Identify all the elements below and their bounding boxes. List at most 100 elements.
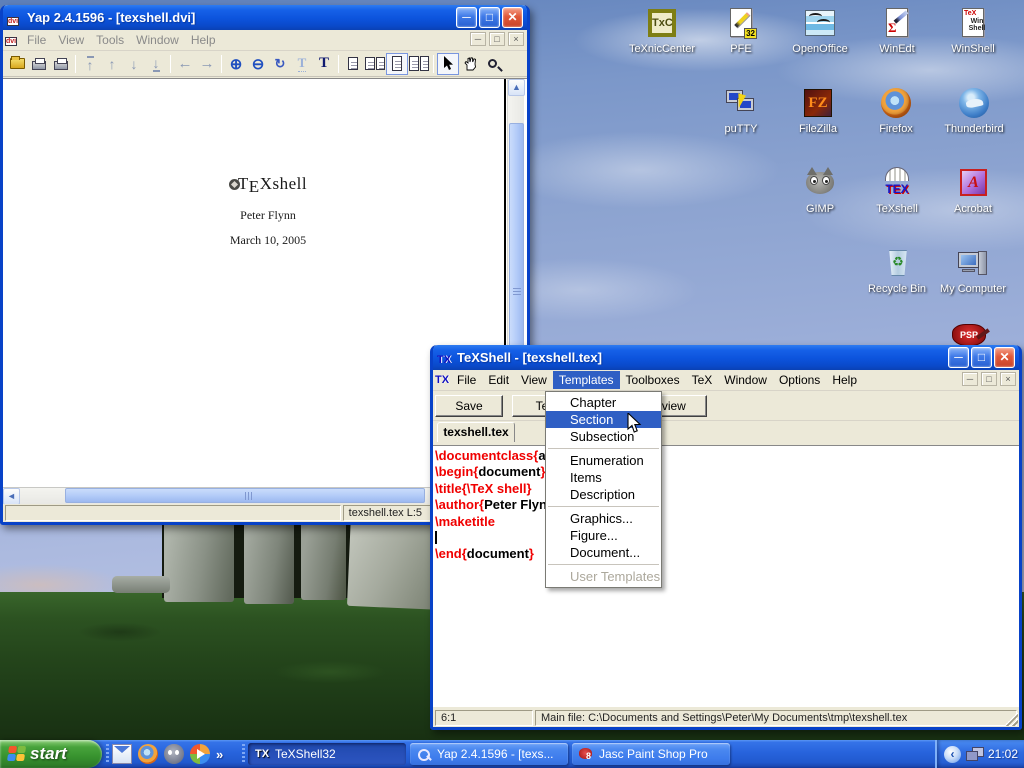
last-page-icon[interactable]: ↓ [145, 53, 167, 75]
winedt-icon: Σ [880, 6, 914, 40]
desktop-icon-texniccenter[interactable]: TxC TeXnicCenter [622, 6, 702, 55]
mdi-minimize-icon[interactable]: ─ [962, 372, 978, 386]
menu-separator [548, 506, 659, 507]
yap-titlebar[interactable]: dvi Yap 2.4.1596 - [texshell.dvi] ─ □ ✕ [3, 5, 527, 30]
gimp-icon[interactable] [164, 744, 184, 764]
firefox-icon[interactable] [138, 744, 158, 764]
forward-icon[interactable]: → [196, 53, 218, 75]
single-page-icon[interactable] [342, 53, 364, 75]
double-page-icon[interactable] [364, 53, 386, 75]
desktop-icon-firefox[interactable]: Firefox [856, 86, 936, 135]
scroll-left-icon[interactable]: ◄ [3, 488, 20, 505]
text-mode-icon[interactable]: T [313, 53, 335, 75]
yap-minimize-button[interactable]: ─ [456, 7, 477, 28]
yap-maximize-button[interactable]: □ [479, 7, 500, 28]
resize-grip[interactable] [1004, 712, 1018, 726]
zoom-in-icon[interactable]: ⊕ [225, 53, 247, 75]
select-tool-icon[interactable] [437, 53, 459, 75]
yap-menu-file[interactable]: File [21, 31, 52, 49]
mdi-minimize-icon[interactable]: ─ [470, 32, 486, 46]
tray-collapse-chevron-icon[interactable]: ‹ [944, 746, 961, 763]
code-line [435, 530, 1019, 546]
taskbar-handle[interactable] [242, 744, 245, 764]
desktop-icon-thunderbird[interactable]: Thunderbird [934, 86, 1014, 135]
continuous-page-icon[interactable] [386, 53, 408, 75]
texshell-menu-help[interactable]: Help [826, 371, 863, 389]
gimp-icon [803, 166, 837, 200]
desktop-icon-recycle-bin[interactable]: ♻ Recycle Bin [857, 246, 937, 295]
texshell-maximize-button[interactable]: □ [971, 347, 992, 368]
texshell-titlebar[interactable]: TX TeXShell - [texshell.tex] ─ □ ✕ [433, 345, 1019, 370]
templates-item-figure[interactable]: Figure... [546, 527, 661, 544]
desktop-icon-texshell[interactable]: TEX TeXshell [857, 166, 937, 215]
next-page-icon[interactable]: ↓ [123, 53, 145, 75]
taskbar-button-yap-2-4-1596-texs[interactable]: Yap 2.4.1596 - [texs... [410, 743, 568, 765]
yap-menu-help[interactable]: Help [185, 31, 222, 49]
desktop-icon-my-computer[interactable]: My Computer [933, 246, 1013, 295]
toolbar-separator [433, 55, 434, 73]
scroll-up-icon[interactable]: ▲ [508, 79, 525, 96]
texshell-menu-file[interactable]: File [451, 371, 482, 389]
texshell-minimize-button[interactable]: ─ [948, 347, 969, 368]
yap-menu-window[interactable]: Window [130, 31, 185, 49]
network-status-icon[interactable] [966, 747, 983, 761]
open-folder-icon[interactable] [6, 53, 28, 75]
quick-launch-handle[interactable] [106, 744, 109, 764]
refresh-icon[interactable]: ↻ [269, 53, 291, 75]
print-icon[interactable] [28, 53, 50, 75]
templates-item-description[interactable]: Description [546, 486, 661, 503]
mdi-close-icon[interactable]: × [508, 32, 524, 46]
text-ruler-icon[interactable]: T [291, 53, 313, 75]
hand-tool-icon[interactable] [459, 53, 481, 75]
texshell-close-button[interactable]: ✕ [994, 347, 1015, 368]
magnifier-tool-icon[interactable] [481, 53, 503, 75]
texshell-menu-options[interactable]: Options [773, 371, 826, 389]
mail-icon[interactable] [112, 744, 132, 764]
yap-hscroll-thumb[interactable] [65, 488, 425, 503]
desktop-icon-gimp[interactable]: GIMP [780, 166, 860, 215]
templates-item-section[interactable]: Section [546, 411, 661, 428]
save-button[interactable]: Save [435, 395, 503, 417]
yap-menu-tools[interactable]: Tools [90, 31, 130, 49]
templates-item-document[interactable]: Document... [546, 544, 661, 561]
texshell-menu-view[interactable]: View [515, 371, 553, 389]
first-page-icon[interactable]: ↑ [79, 53, 101, 75]
desktop-icon-winedt[interactable]: Σ WinEdt [857, 6, 937, 55]
mdi-restore-icon[interactable]: □ [489, 32, 505, 46]
pfe-icon: 32 [724, 6, 758, 40]
previous-page-icon[interactable]: ↑ [101, 53, 123, 75]
texshell-menu-templates[interactable]: Templates [553, 371, 620, 389]
yap-close-button[interactable]: ✕ [502, 7, 523, 28]
yap-menu-view[interactable]: View [52, 31, 90, 49]
desktop-icon-pfe[interactable]: 32 PFE [701, 6, 781, 55]
start-button[interactable]: start [0, 740, 102, 768]
texshell-editor[interactable]: \documentclass{article}\begin{document}\… [433, 445, 1019, 707]
mdi-restore-icon[interactable]: □ [981, 372, 997, 386]
desktop-icon-putty[interactable]: puTTY [701, 86, 781, 135]
zoom-out-icon[interactable]: ⊖ [247, 53, 269, 75]
texshell-menu-tex[interactable]: TeX [686, 371, 719, 389]
desktop-icon-acrobat[interactable]: A Acrobat [933, 166, 1013, 215]
taskbar-button-texshell32[interactable]: TXTeXShell32 [248, 743, 406, 765]
texshell-menu-toolboxes[interactable]: Toolboxes [620, 371, 686, 389]
filezilla-icon: FZ [801, 86, 835, 120]
templates-item-chapter[interactable]: Chapter [546, 394, 661, 411]
desktop-icon-winshell[interactable]: TeXWin Shell WinShell [933, 6, 1013, 55]
templates-item-graphics[interactable]: Graphics... [546, 510, 661, 527]
continuous-facing-icon[interactable] [408, 53, 430, 75]
yap-app-icon: dvi [7, 10, 23, 26]
templates-item-subsection[interactable]: Subsection [546, 428, 661, 445]
back-icon[interactable]: ← [174, 53, 196, 75]
templates-item-enumeration[interactable]: Enumeration [546, 452, 661, 469]
desktop-icon-openoffice[interactable]: OpenOffice [780, 6, 860, 55]
quick-launch-overflow-chevron[interactable]: » [216, 747, 223, 762]
texshell-menu-edit[interactable]: Edit [482, 371, 515, 389]
tab-texshell-tex[interactable]: texshell.tex [437, 422, 515, 442]
mdi-close-icon[interactable]: × [1000, 372, 1016, 386]
desktop-icon-filezilla[interactable]: FZ FileZilla [778, 86, 858, 135]
templates-item-items[interactable]: Items [546, 469, 661, 486]
print-document-icon[interactable] [50, 53, 72, 75]
taskbar-button-jasc-paint-shop-pro[interactable]: Jasc Paint Shop Pro [572, 743, 730, 765]
media-player-icon[interactable] [190, 744, 210, 764]
texshell-menu-window[interactable]: Window [718, 371, 773, 389]
